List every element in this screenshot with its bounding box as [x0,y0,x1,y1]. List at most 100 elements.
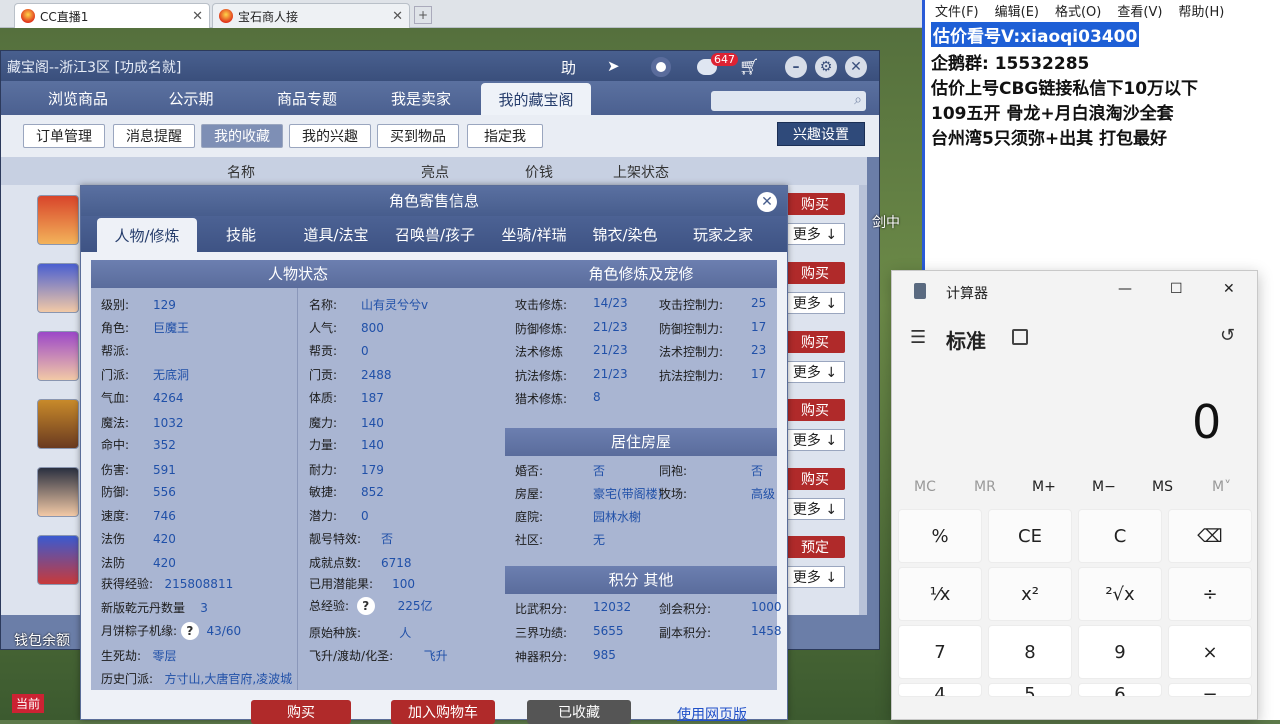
help-icon[interactable]: ? [180,622,199,640]
memory-recall[interactable]: MR [974,479,996,495]
tab-home[interactable]: 玩家之家 [677,216,769,252]
new-tab-button[interactable]: + [414,6,432,24]
nav-seller[interactable]: 我是卖家 [371,81,471,115]
close-icon[interactable]: ✕ [845,56,867,78]
more-button[interactable]: 更多 ↓ [785,498,845,520]
seven-key[interactable]: 7 [898,625,982,679]
subnav-interests[interactable]: 我的兴趣 [289,124,371,148]
buy-button[interactable]: 购买 [785,331,845,353]
reciprocal-key[interactable]: ⅟x [898,567,982,621]
cart-icon[interactable]: 🛒︎ [739,57,759,76]
interest-settings-button[interactable]: 兴趣设置 [777,122,865,146]
percent-key[interactable]: % [898,509,982,563]
six-key[interactable]: 6 [1078,683,1162,697]
stat-value: 746 [153,509,176,523]
minimize-icon[interactable]: — [1118,281,1132,297]
help-button[interactable]: 助 [561,57,576,78]
avatar[interactable] [37,399,79,449]
tab-skills[interactable]: 技能 [205,216,277,252]
history-icon[interactable]: ↺ [1220,325,1235,346]
backspace-key[interactable]: ⌫ [1168,509,1252,563]
menu-help[interactable]: 帮助(H) [1178,1,1224,20]
tab-summons[interactable]: 召唤兽/孩子 [385,216,485,252]
memory-add[interactable]: M+ [1032,479,1056,495]
notepad-line[interactable]: 台州湾5只须弥+出其 打包最好 [931,124,1167,149]
menu-file[interactable]: 文件(F) [935,1,979,20]
avatar[interactable] [37,263,79,313]
avatar[interactable] [37,467,79,517]
close-tab-icon[interactable]: ✕ [192,9,203,24]
minimize-icon[interactable]: – [785,56,807,78]
menu-format[interactable]: 格式(O) [1055,1,1101,20]
maximize-icon[interactable]: ☐ [1170,281,1183,297]
notepad-line[interactable]: 估价看号V:xiaoqi03400 [931,22,1140,47]
stat-value: 43/60 [206,624,242,638]
stat-value: 215808811 [164,577,234,591]
tab-character[interactable]: 人物/修炼 [97,218,197,252]
five-key[interactable]: 5 [988,683,1072,697]
buy-button[interactable]: 购买 [251,700,351,724]
nav-topics[interactable]: 商品专题 [257,81,357,115]
avatar[interactable] [37,535,79,585]
four-key[interactable]: 4 [898,683,982,697]
buy-button[interactable]: 购买 [785,193,845,215]
subnav-bought[interactable]: 买到物品 [377,124,459,148]
memory-clear[interactable]: MC [914,479,936,495]
notepad-line[interactable]: 企鹅群: 15532285 [931,49,1089,74]
square-key[interactable]: x² [988,567,1072,621]
search-icon[interactable]: ⌕ [854,92,862,108]
notepad-line[interactable]: 估价上号CBG链接私信下10万以下 [931,74,1198,99]
clear-entry-key[interactable]: CE [988,509,1072,563]
avatar[interactable] [37,195,79,245]
nav-my-cbg[interactable]: 我的藏宝阁 [481,83,591,115]
menu-icon[interactable]: ☰ [910,327,926,348]
divide-key[interactable]: ÷ [1168,567,1252,621]
add-to-cart-button[interactable]: 加入购物车 [391,700,495,724]
nav-browse[interactable]: 浏览商品 [23,81,133,115]
memory-subtract[interactable]: M− [1092,479,1116,495]
notepad-line[interactable]: 109五开 骨龙+月白浪淘沙全套 [931,99,1174,124]
menu-edit[interactable]: 编辑(E) [995,1,1039,20]
eight-key[interactable]: 8 [988,625,1072,679]
more-button[interactable]: 更多 ↓ [785,566,845,588]
subnav-messages[interactable]: 消息提醒 [113,124,195,148]
keep-on-top-icon[interactable] [1012,329,1028,345]
buy-button[interactable]: 购买 [785,262,845,284]
tab-outfits[interactable]: 锦衣/染色 [583,216,667,252]
clear-key[interactable]: C [1078,509,1162,563]
nav-publicity[interactable]: 公示期 [141,81,241,115]
record-icon[interactable] [651,57,671,77]
list-scrollbar[interactable] [859,185,867,615]
web-version-link[interactable]: 使用网页版 [677,704,747,724]
browser-tab-cc[interactable]: CC直播1 ✕ [14,3,210,28]
subnav-assigned[interactable]: 指定我 [467,124,543,148]
nine-key[interactable]: 9 [1078,625,1162,679]
close-tab-icon[interactable]: ✕ [392,9,403,24]
favorited-button[interactable]: 已收藏 [527,700,631,724]
tab-items[interactable]: 道具/法宝 [291,216,381,252]
menu-view[interactable]: 查看(V) [1117,1,1162,20]
multiply-key[interactable]: × [1168,625,1252,679]
buy-button[interactable]: 购买 [785,468,845,490]
close-icon[interactable]: ✕ [1223,281,1235,297]
more-button[interactable]: 更多 ↓ [785,223,845,245]
subnav-favorites[interactable]: 我的收藏 [201,124,283,148]
more-button[interactable]: 更多 ↓ [785,429,845,451]
close-icon[interactable]: ✕ [757,192,777,212]
subnav-orders[interactable]: 订单管理 [23,124,105,148]
avatar[interactable] [37,331,79,381]
buy-button[interactable]: 购买 [785,399,845,421]
more-button[interactable]: 更多 ↓ [785,292,845,314]
share-icon[interactable]: ➤ [607,57,627,75]
memory-list[interactable]: M˅ [1212,479,1231,495]
search-input[interactable]: ⌕ [711,91,866,111]
minus-key[interactable]: − [1168,683,1252,697]
tab-mounts[interactable]: 坐骑/祥瑞 [489,216,579,252]
reserve-button[interactable]: 预定 [785,536,845,558]
more-button[interactable]: 更多 ↓ [785,361,845,383]
gear-icon[interactable]: ⚙ [815,56,837,78]
memory-store[interactable]: MS [1152,479,1173,495]
sqrt-key[interactable]: ²√x [1078,567,1162,621]
help-icon[interactable]: ? [356,597,375,615]
browser-tab-gem[interactable]: 宝石商人接 ✕ [212,3,410,28]
